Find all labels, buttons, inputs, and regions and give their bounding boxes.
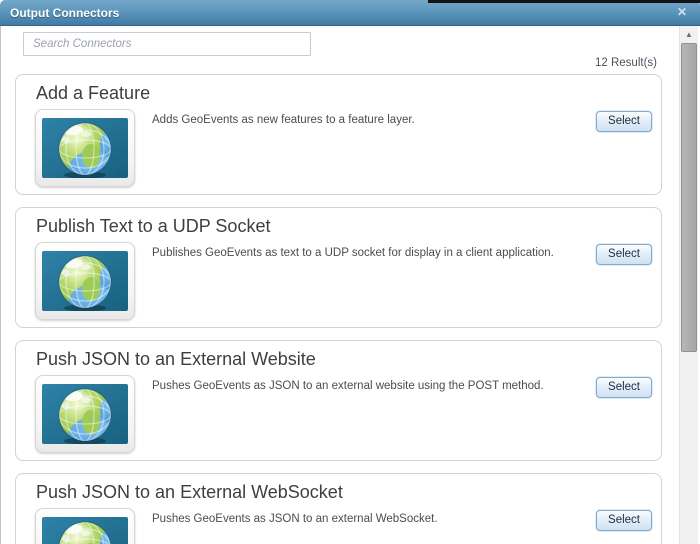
connector-title: Push JSON to an External WebSocket xyxy=(36,482,343,502)
scroll-up-icon[interactable]: ▲ xyxy=(680,28,698,42)
close-icon[interactable]: ✕ xyxy=(677,6,687,19)
connector-title: Add a Feature xyxy=(36,83,151,103)
globe-icon xyxy=(35,375,135,453)
connector-card: Publish Text to a UDP Socket Publishes G… xyxy=(15,207,662,328)
globe-icon xyxy=(35,109,135,187)
results-count: 12 Result(s) xyxy=(595,57,657,69)
globe-icon xyxy=(35,508,135,544)
dialog-title: Output Connectors xyxy=(10,6,120,20)
connector-card: Push JSON to an External WebSocket Pushe… xyxy=(15,473,662,544)
connector-description: Pushes GeoEvents as JSON to an external … xyxy=(152,513,438,525)
background-strip xyxy=(428,0,700,3)
search-input[interactable] xyxy=(23,32,311,56)
connector-title: Push JSON to an External Website xyxy=(36,349,316,369)
select-button[interactable]: Select xyxy=(596,377,652,398)
select-button[interactable]: Select xyxy=(596,510,652,531)
connector-description: Publishes GeoEvents as text to a UDP soc… xyxy=(152,247,554,259)
scrollbar-track[interactable]: ▲ xyxy=(679,26,698,544)
select-button[interactable]: Select xyxy=(596,111,652,132)
connector-card: Push JSON to an External Website Pushes … xyxy=(15,340,662,461)
connector-description: Adds GeoEvents as new features to a feat… xyxy=(152,114,415,126)
connector-description: Pushes GeoEvents as JSON to an external … xyxy=(152,380,544,392)
connector-title: Publish Text to a UDP Socket xyxy=(36,216,271,236)
globe-icon xyxy=(35,242,135,320)
select-button[interactable]: Select xyxy=(596,244,652,265)
dialog-titlebar: Output Connectors ✕ xyxy=(0,0,700,26)
connector-card: Add a Feature Adds GeoEvents as new feat… xyxy=(15,74,662,195)
scrollbar-thumb[interactable] xyxy=(681,43,697,352)
dialog-content: 12 Result(s) Add a Feature Adds GeoEvent… xyxy=(0,26,700,544)
output-connectors-dialog: { "window": { "title": "Output Connector… xyxy=(0,0,700,544)
